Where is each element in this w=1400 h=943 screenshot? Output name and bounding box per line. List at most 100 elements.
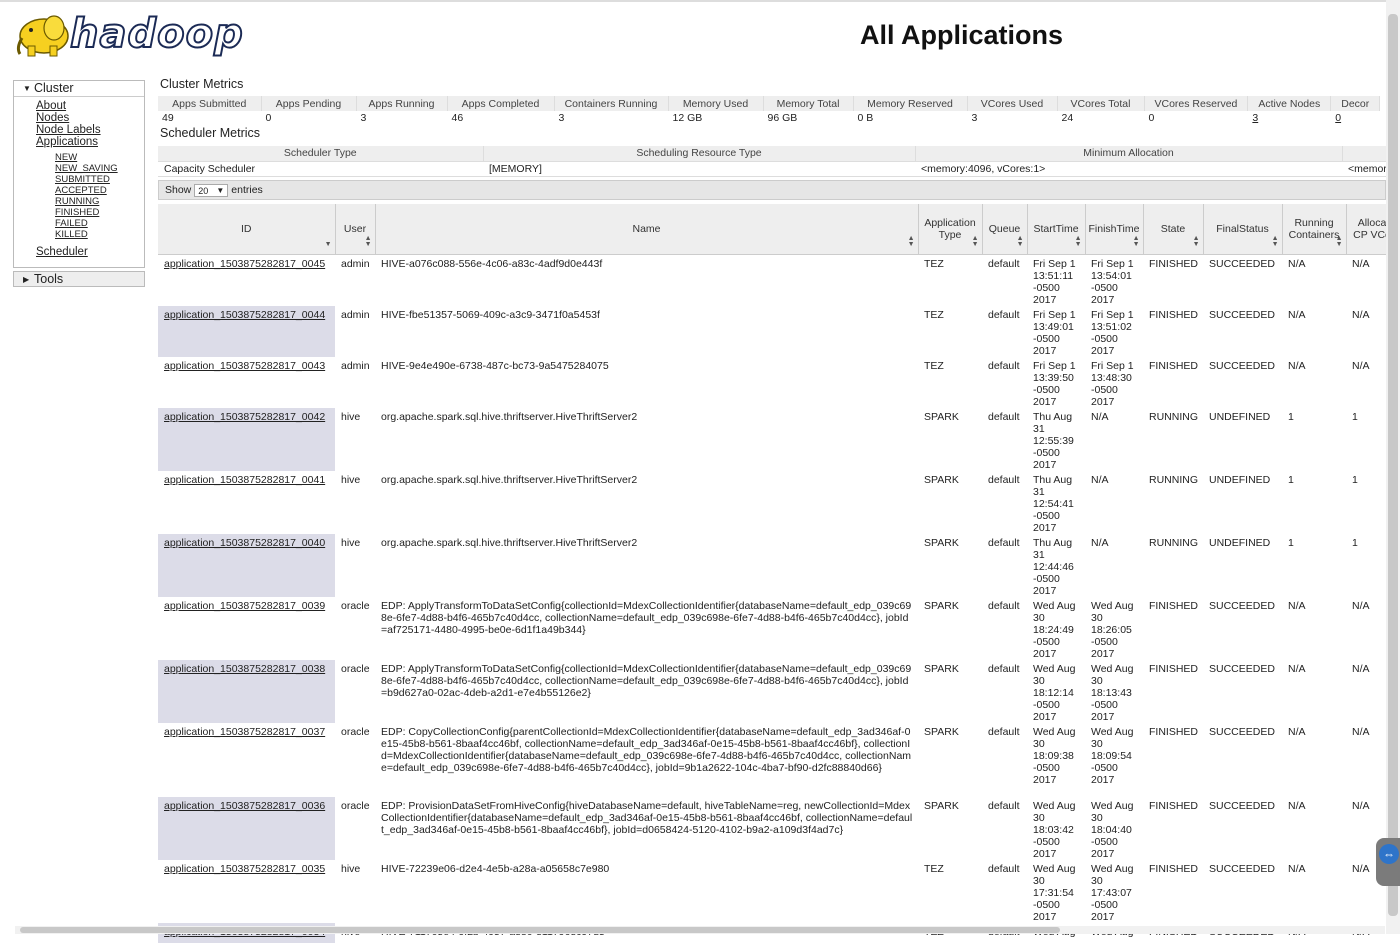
app-state-links: NEW NEW_SAVING SUBMITTED ACCEPTED RUNNIN… — [55, 152, 118, 240]
table-row: application_1503875282817_0039 oracle EDP:… — [158, 597, 1398, 660]
cell-name: EDP: CopyCollectionConfig{parentCollecti… — [381, 725, 912, 774]
application-id-link[interactable]: application_1503875282817_0037 — [164, 726, 325, 738]
application-id-link[interactable]: application_1503875282817_0044 — [164, 309, 325, 321]
sidebar-link-applications[interactable]: Applications — [36, 136, 101, 148]
column-header-running-containers[interactable]: Running Containers ▲ ▼ — [1282, 204, 1347, 255]
metric-value: 24 — [1057, 111, 1145, 124]
show-label: Show — [165, 184, 192, 196]
horizontal-scroll-thumb[interactable] — [20, 927, 1060, 933]
metric-value: 0 B — [853, 111, 968, 124]
column-header-finish-time[interactable]: FinishTime ▲ ▼ — [1085, 204, 1144, 255]
metric-header: Containers Running — [554, 96, 669, 111]
scheduler-metrics-table: Scheduler Type Scheduling Resource Type … — [158, 146, 1394, 177]
state-link-new-saving[interactable]: NEW_SAVING — [55, 163, 118, 174]
cell-start-time: Wed Aug 30 18:09:38 -0500 2017 — [1033, 725, 1076, 786]
cell-final-status: SUCCEEDED — [1209, 599, 1275, 612]
cell-final-status: SUCCEEDED — [1209, 359, 1275, 372]
sched-header-resource: Scheduling Resource Type — [483, 146, 916, 161]
cell-application-type: SPARK — [924, 410, 959, 423]
cell-running-containers: N/A — [1288, 599, 1306, 612]
column-header-label: User — [343, 222, 367, 235]
metric-header: Decor — [1330, 96, 1381, 111]
cell-user: oracle — [341, 662, 370, 675]
table-row: application_1503875282817_0045 admin HIVE-… — [158, 254, 1398, 306]
cell-finish-time: Wed Aug 30 18:04:40 -0500 2017 — [1091, 799, 1134, 860]
sort-icon: ▲ ▼ — [1016, 234, 1024, 248]
cell-application-type: SPARK — [924, 799, 959, 812]
cell-running-containers: N/A — [1288, 799, 1306, 812]
sidebar-link-node-labels[interactable]: Node Labels — [36, 124, 101, 136]
metric-value[interactable]: 0 — [1330, 111, 1381, 124]
state-link-submitted[interactable]: SUBMITTED — [55, 174, 118, 185]
cell-final-status: SUCCEEDED — [1209, 662, 1275, 675]
tools-section[interactable]: ▶ Tools — [13, 271, 145, 287]
application-id-link[interactable]: application_1503875282817_0036 — [164, 800, 325, 812]
cell-start-time: Fri Sep 1 13:39:50 -0500 2017 — [1033, 359, 1076, 408]
cell-running-containers: N/A — [1288, 662, 1306, 675]
applications-table: ID ▼ User ▲ ▼ Name ▲ ▼ Application Type ▲ ▼ Queu… — [158, 204, 1399, 943]
cell-user: hive — [341, 862, 361, 875]
cell-name: HIVE-9e4e490e-6738-487c-bc73-9a547528407… — [381, 359, 609, 372]
metric-value[interactable]: 3 — [1247, 111, 1332, 124]
column-header-final-status[interactable]: FinalStatus ▲ ▼ — [1203, 204, 1283, 255]
cell-application-type: TEZ — [924, 862, 944, 875]
state-link-running[interactable]: RUNNING — [55, 196, 118, 207]
table-row: application_1503875282817_0040 hive org.ap… — [158, 533, 1398, 597]
application-id-link[interactable]: application_1503875282817_0043 — [164, 360, 325, 372]
column-header-queue[interactable]: Queue ▲ ▼ — [982, 204, 1028, 255]
state-link-accepted[interactable]: ACCEPTED — [55, 185, 118, 196]
sort-icon: ▲ ▼ — [364, 234, 372, 248]
column-header-start-time[interactable]: StartTime ▲ ▼ — [1027, 204, 1086, 255]
cell-id: application_1503875282817_0038 — [158, 659, 335, 723]
cell-name: EDP: ApplyTransformToDataSetConfig{colle… — [381, 599, 912, 636]
cell-user: oracle — [341, 599, 370, 612]
sidebar-link-scheduler[interactable]: Scheduler — [36, 246, 88, 258]
entries-select[interactable]: 20 ▼ — [194, 183, 229, 197]
application-id-link[interactable]: application_1503875282817_0040 — [164, 537, 325, 549]
sidebar-link-nodes[interactable]: Nodes — [36, 112, 101, 124]
application-id-link[interactable]: application_1503875282817_0041 — [164, 474, 325, 486]
cell-user: hive — [341, 536, 361, 549]
table-row: application_1503875282817_0036 oracle EDP:… — [158, 796, 1398, 860]
state-link-new[interactable]: NEW — [55, 152, 118, 163]
sidebar-link-about[interactable]: About — [36, 100, 101, 112]
cell-application-type: TEZ — [924, 359, 944, 372]
collapse-arrow-icon: ▼ — [23, 84, 31, 93]
column-header-name[interactable]: Name ▲ ▼ — [375, 204, 919, 255]
expand-arrow-icon: ▶ — [23, 275, 30, 284]
cluster-header[interactable]: ▼ Cluster — [14, 81, 144, 97]
column-header-state[interactable]: State ▲ ▼ — [1143, 204, 1204, 255]
tools-header[interactable]: ▶ Tools — [14, 272, 144, 288]
cell-queue: default — [988, 599, 1020, 612]
table-row: application_1503875282817_0044 admin HIVE-… — [158, 305, 1398, 357]
entries-value: 20 — [198, 185, 209, 196]
column-header-id[interactable]: ID ▼ — [158, 204, 336, 255]
link-icon[interactable]: ⇔ — [1379, 844, 1399, 864]
column-header-user[interactable]: User ▲ ▼ — [335, 204, 376, 255]
state-link-finished[interactable]: FINISHED — [55, 207, 118, 218]
cell-application-type: SPARK — [924, 662, 959, 675]
cell-name: org.apache.spark.sql.hive.thriftserver.H… — [381, 473, 638, 486]
cell-finish-time: N/A — [1091, 536, 1109, 549]
application-id-link[interactable]: application_1503875282817_0035 — [164, 863, 325, 875]
sched-header-min-alloc: Minimum Allocation — [915, 146, 1343, 161]
state-link-killed[interactable]: KILLED — [55, 229, 118, 240]
application-id-link[interactable]: application_1503875282817_0045 — [164, 258, 325, 270]
cell-application-type: SPARK — [924, 599, 959, 612]
application-id-link[interactable]: application_1503875282817_0042 — [164, 411, 325, 423]
cell-running-containers: 1 — [1288, 536, 1294, 549]
cell-queue: default — [988, 799, 1020, 812]
application-id-link[interactable]: application_1503875282817_0038 — [164, 663, 325, 675]
cell-id: application_1503875282817_0043 — [158, 357, 335, 408]
column-header-application-type[interactable]: Application Type ▲ ▼ — [918, 204, 983, 255]
cell-finish-time: N/A — [1091, 473, 1109, 486]
cell-id: application_1503875282817_0040 — [158, 533, 335, 597]
application-id-link[interactable]: application_1503875282817_0039 — [164, 600, 325, 612]
sort-icon: ▲ ▼ — [907, 234, 915, 248]
cell-state: FINISHED — [1149, 862, 1199, 875]
vertical-scroll-thumb[interactable] — [1388, 14, 1398, 916]
state-link-failed[interactable]: FAILED — [55, 218, 118, 229]
cell-start-time: Wed Aug 30 18:24:49 -0500 2017 — [1033, 599, 1076, 660]
sort-icon: ▲ ▼ — [1074, 234, 1082, 248]
cell-user: admin — [341, 359, 370, 372]
